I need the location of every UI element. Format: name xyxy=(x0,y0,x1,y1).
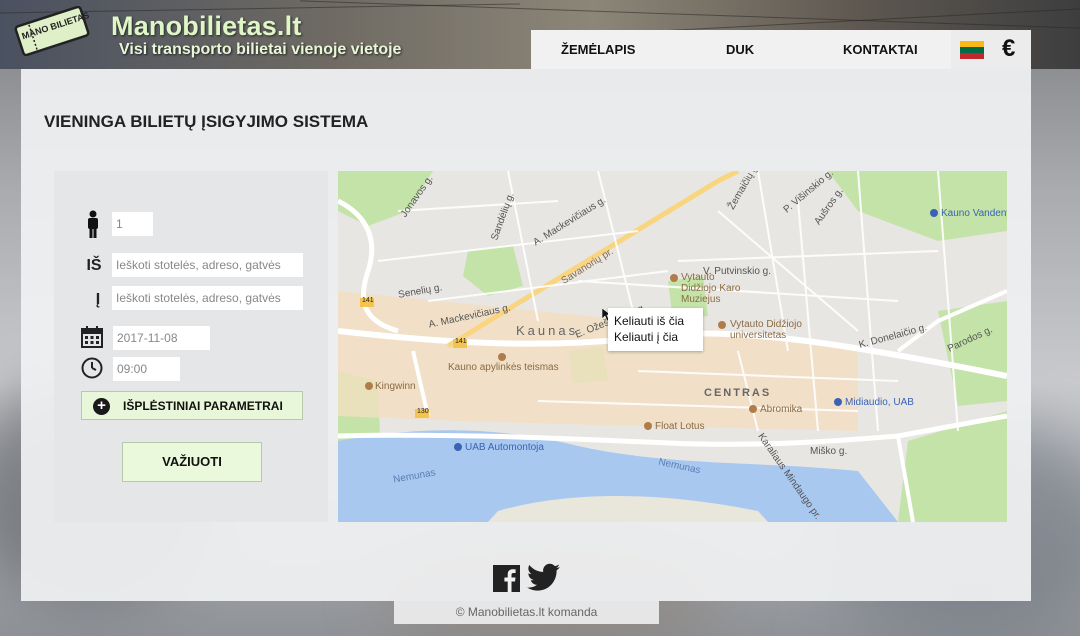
twitter-icon[interactable] xyxy=(527,563,560,592)
poi-label: Abromika xyxy=(760,404,803,415)
poi-label: Midiaudio, UAB xyxy=(845,397,914,408)
map-context-menu: Keliauti iš čia Keliauti į čia xyxy=(608,308,703,351)
district-label: CENTRAS xyxy=(704,387,772,399)
main-nav: ŽEMĖLAPIS DUK KONTAKTAI xyxy=(531,30,951,69)
poi-label: Vytauto Didžiojo universitetas xyxy=(730,319,802,341)
date-input[interactable]: 2017-11-08 xyxy=(113,326,210,350)
road-number: 130 xyxy=(417,408,429,415)
calendar-icon[interactable] xyxy=(81,326,103,348)
copyright-footer: © Manobilietas.lt komanda xyxy=(394,601,659,624)
menu-item-travel-to[interactable]: Keliauti į čia xyxy=(614,329,697,345)
to-input[interactable]: Ieškoti stotelės, adreso, gatvės xyxy=(112,286,303,310)
city-label: Kaunas xyxy=(516,323,579,338)
to-label: Į xyxy=(95,291,101,308)
copyright-text: Manobilietas.lt komanda xyxy=(467,605,598,619)
nav-item-faq[interactable]: DUK xyxy=(726,42,754,57)
time-input[interactable]: 09:00 xyxy=(113,357,180,381)
street-label: Miško g. xyxy=(810,446,848,457)
clock-icon[interactable] xyxy=(81,357,103,379)
extended-params-label: IŠPLĖSTINIAI PARAMETRAI xyxy=(123,399,283,413)
from-label: IŠ xyxy=(86,257,102,274)
locale-switcher: € xyxy=(951,30,1031,69)
from-input[interactable]: Ieškoti stotelės, adreso, gatvės xyxy=(112,253,303,277)
poi-label: Kauno apylinkės teismas xyxy=(448,362,559,373)
logo-ticket-icon[interactable]: MANO BILIETAS xyxy=(12,6,92,56)
submit-button[interactable]: VAŽIUOTI xyxy=(122,442,262,482)
language-flag-icon[interactable] xyxy=(960,41,984,59)
page-title: VIENINGA BILIETŲ ĮSIGYJIMO SISTEMA xyxy=(44,112,369,131)
nav-item-contacts[interactable]: KONTAKTAI xyxy=(843,42,918,57)
extended-params-button[interactable]: + IŠPLĖSTINIAI PARAMETRAI xyxy=(81,391,303,420)
poi-label: Float Lotus xyxy=(655,421,705,432)
site-title[interactable]: Manobilietas.lt xyxy=(111,11,302,42)
passengers-input[interactable]: 1 xyxy=(112,212,153,236)
person-icon xyxy=(88,210,98,238)
poi-label: Vytauto Didžiojo Karo Muziejus xyxy=(681,272,741,305)
currency-button[interactable]: € xyxy=(1002,35,1015,63)
poi-label: Kauno Vandenys xyxy=(941,208,1007,219)
main-panel: VIENINGA BILIETŲ ĮSIGYJIMO SISTEMA 1 IŠ … xyxy=(21,69,1031,601)
copyright-icon: © xyxy=(455,605,465,619)
road-number: 141 xyxy=(362,297,374,304)
route-map[interactable]: 141 141 130 Jonavos g. Savanorių pr. A. … xyxy=(338,171,1007,522)
poi-label: Kingwinn xyxy=(375,381,416,392)
facebook-icon[interactable] xyxy=(493,565,520,592)
road-number: 141 xyxy=(455,338,467,345)
nav-item-map[interactable]: ŽEMĖLAPIS xyxy=(561,42,635,57)
poi-label: UAB Automontoja xyxy=(465,442,544,453)
menu-item-travel-from[interactable]: Keliauti iš čia xyxy=(614,313,697,329)
site-tagline: Visi transporto bilietai vienoje vietoje xyxy=(119,41,402,58)
plus-circle-icon: + xyxy=(93,398,110,415)
trip-form: 1 IŠ Ieškoti stotelės, adreso, gatvės Į … xyxy=(54,171,328,522)
